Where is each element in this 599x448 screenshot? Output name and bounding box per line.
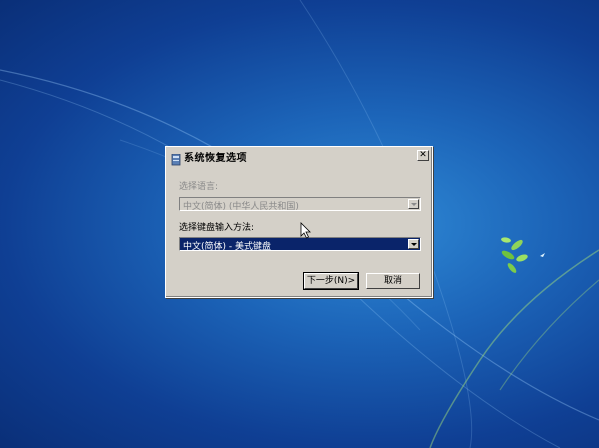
cancel-button[interactable]: 取消: [366, 273, 420, 289]
language-value: 中文(简体) (中华人民共和国): [183, 202, 299, 212]
system-recovery-icon: [171, 151, 181, 165]
keyboard-label: 选择键盘输入方法:: [179, 223, 255, 233]
chevron-down-icon: [408, 199, 419, 209]
next-button[interactable]: 下一步(N)>: [303, 272, 359, 290]
title-bar[interactable]: 系统恢复选项 ✕: [168, 149, 430, 165]
recovery-options-dialog: 系统恢复选项 ✕ 选择语言: 中文(简体) (中华人民共和国) 选择键盘输入方法…: [165, 146, 433, 298]
chevron-down-icon[interactable]: [408, 239, 419, 249]
mouse-pointer-icon: [300, 222, 311, 239]
dialog-title: 系统恢复选项: [184, 153, 247, 164]
language-select: 中文(简体) (中华人民共和国): [179, 197, 421, 212]
close-button[interactable]: ✕: [417, 150, 429, 161]
keyboard-value: 中文(简体) - 美式键盘: [183, 242, 271, 252]
language-label: 选择语言:: [179, 182, 219, 192]
